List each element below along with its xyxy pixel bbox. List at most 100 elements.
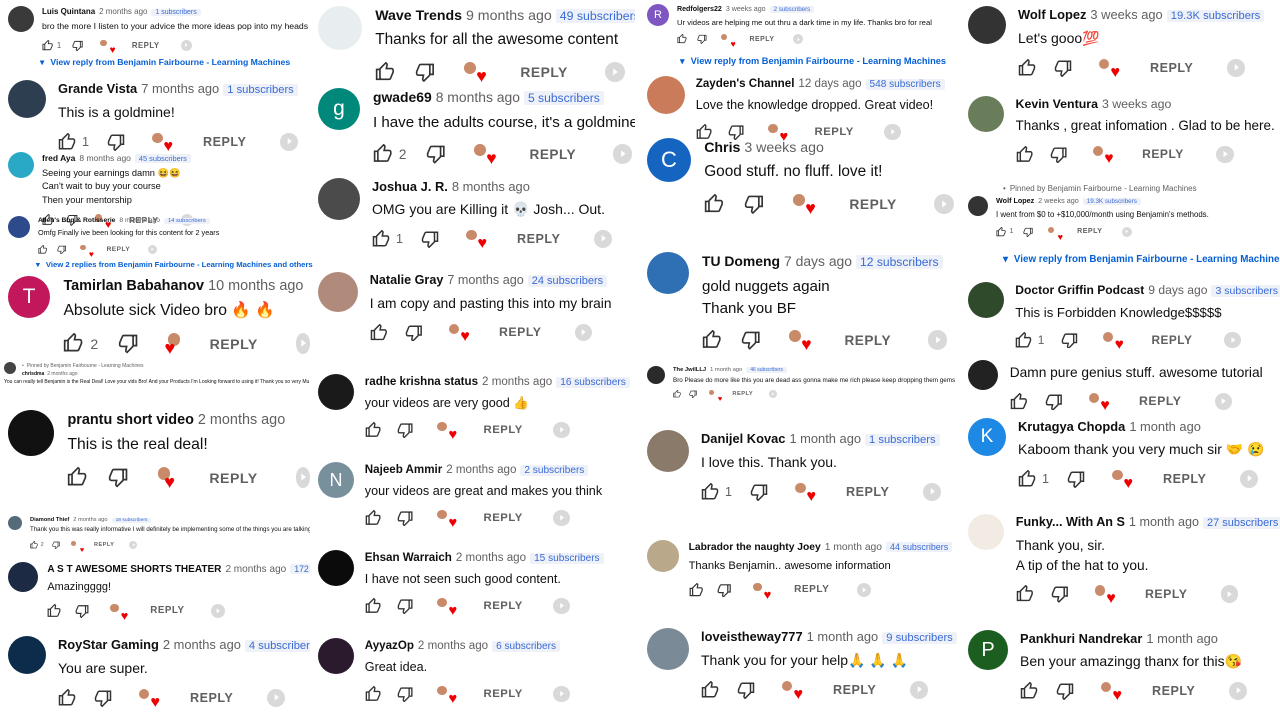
- timestamp[interactable]: 2 weeks ago: [1038, 196, 1078, 205]
- author-name[interactable]: Chris: [704, 140, 740, 156]
- author-name[interactable]: Zayden's Channel: [696, 78, 795, 90]
- dislike-button[interactable]: [72, 40, 84, 51]
- avatar[interactable]: T: [8, 276, 50, 318]
- avatar[interactable]: P: [968, 630, 1008, 670]
- like-button[interactable]: 1: [1015, 331, 1044, 349]
- share-icon[interactable]: [856, 582, 871, 597]
- like-button[interactable]: 1: [372, 229, 403, 248]
- timestamp[interactable]: 1 month ago: [807, 629, 879, 644]
- view-replies-link[interactable]: ▾ View reply from Benjamin Fairbourne - L…: [680, 56, 946, 67]
- like-button[interactable]: 1: [996, 226, 1013, 237]
- like-button[interactable]: 2: [63, 333, 98, 353]
- like-button[interactable]: [1018, 58, 1036, 77]
- avatar[interactable]: [968, 96, 1004, 132]
- like-button[interactable]: [47, 603, 61, 618]
- share-icon[interactable]: [1216, 145, 1234, 163]
- dislike-button[interactable]: [689, 390, 697, 399]
- timestamp[interactable]: 2 months ago: [198, 412, 285, 428]
- share-icon[interactable]: [180, 39, 192, 51]
- share-icon[interactable]: [910, 680, 929, 699]
- reply-button[interactable]: REPLY: [484, 512, 523, 524]
- avatar[interactable]: [4, 362, 16, 374]
- avatar[interactable]: [8, 516, 22, 530]
- timestamp[interactable]: 8 months ago: [436, 89, 520, 105]
- author-name[interactable]: Funky... With An S: [1016, 515, 1125, 529]
- share-icon[interactable]: [574, 323, 593, 342]
- reply-button[interactable]: REPLY: [484, 600, 523, 612]
- reply-button[interactable]: REPLY: [732, 391, 753, 397]
- author-name[interactable]: AyyazOp: [365, 640, 414, 652]
- timestamp[interactable]: 2 months ago: [47, 371, 77, 377]
- avatar[interactable]: [318, 638, 354, 674]
- author-name[interactable]: Ehsan Warraich: [365, 552, 452, 564]
- timestamp[interactable]: 7 days ago: [784, 253, 852, 269]
- share-icon[interactable]: [267, 688, 286, 707]
- avatar[interactable]: [647, 76, 685, 114]
- author-name[interactable]: Wolf Lopez: [1018, 7, 1086, 22]
- author-name[interactable]: Allen's Bbq & Rotisserie: [38, 217, 115, 224]
- dislike-button[interactable]: [717, 583, 732, 597]
- dislike-button[interactable]: [397, 510, 413, 526]
- dislike-button[interactable]: [415, 62, 435, 83]
- avatar[interactable]: [647, 430, 689, 472]
- timestamp[interactable]: 3 weeks ago: [744, 140, 823, 156]
- avatar[interactable]: [647, 366, 665, 384]
- reply-button[interactable]: REPLY: [150, 605, 184, 616]
- like-button[interactable]: [67, 467, 87, 487]
- reply-button[interactable]: REPLY: [484, 424, 523, 436]
- dislike-button[interactable]: [750, 483, 768, 501]
- share-icon[interactable]: [553, 509, 570, 526]
- like-button[interactable]: [1010, 392, 1028, 411]
- avatar[interactable]: [968, 282, 1004, 318]
- dislike-button[interactable]: [697, 34, 707, 45]
- share-icon[interactable]: [927, 330, 948, 350]
- dislike-button[interactable]: [405, 324, 423, 342]
- timestamp[interactable]: 2 months ago: [482, 376, 552, 388]
- reply-button[interactable]: REPLY: [1139, 394, 1181, 408]
- like-button[interactable]: [365, 509, 381, 526]
- dislike-button[interactable]: [94, 689, 112, 707]
- dislike-button[interactable]: [1067, 470, 1085, 488]
- avatar[interactable]: [8, 216, 30, 238]
- reply-button[interactable]: REPLY: [815, 126, 854, 138]
- dislike-button[interactable]: [1056, 682, 1074, 700]
- timestamp[interactable]: 1 month ago: [710, 367, 742, 373]
- timestamp[interactable]: 7 months ago: [141, 81, 219, 96]
- reply-button[interactable]: REPLY: [1150, 61, 1193, 75]
- timestamp[interactable]: 8 months ago: [119, 217, 160, 224]
- avatar[interactable]: [318, 6, 362, 50]
- reply-button[interactable]: REPLY: [1077, 228, 1102, 235]
- like-button[interactable]: [365, 597, 381, 614]
- like-button[interactable]: [689, 582, 703, 597]
- reply-button[interactable]: REPLY: [530, 147, 577, 162]
- avatar[interactable]: [8, 6, 34, 32]
- avatar[interactable]: [8, 636, 46, 674]
- dislike-button[interactable]: [1045, 393, 1063, 411]
- timestamp[interactable]: 1 month ago: [1129, 419, 1201, 434]
- dislike-button[interactable]: [744, 194, 764, 215]
- avatar[interactable]: C: [647, 138, 691, 182]
- share-icon[interactable]: [1227, 58, 1246, 77]
- dislike-button[interactable]: [107, 133, 125, 151]
- like-button[interactable]: 2: [373, 144, 406, 163]
- avatar[interactable]: [647, 628, 689, 670]
- reply-button[interactable]: REPLY: [844, 333, 891, 348]
- reply-button[interactable]: REPLY: [1151, 333, 1192, 347]
- reply-button[interactable]: REPLY: [107, 246, 131, 253]
- author-name[interactable]: Grande Vista: [58, 81, 137, 96]
- timestamp[interactable]: 1 month ago: [789, 431, 861, 446]
- dislike-button[interactable]: [1054, 59, 1072, 77]
- share-icon[interactable]: [553, 597, 570, 614]
- author-name[interactable]: Krutagya Chopda: [1018, 419, 1125, 434]
- author-name[interactable]: loveistheway777: [701, 629, 803, 644]
- like-button[interactable]: [1020, 681, 1038, 700]
- dislike-button[interactable]: [108, 467, 128, 488]
- author-name[interactable]: Diamond Thief: [30, 517, 69, 523]
- author-name[interactable]: radhe krishna status: [365, 376, 478, 388]
- timestamp[interactable]: 2 months ago: [163, 637, 241, 652]
- reply-button[interactable]: REPLY: [190, 691, 233, 705]
- avatar[interactable]: N: [318, 462, 354, 498]
- share-icon[interactable]: [594, 229, 613, 248]
- reply-button[interactable]: REPLY: [132, 41, 160, 50]
- like-button[interactable]: [704, 194, 724, 214]
